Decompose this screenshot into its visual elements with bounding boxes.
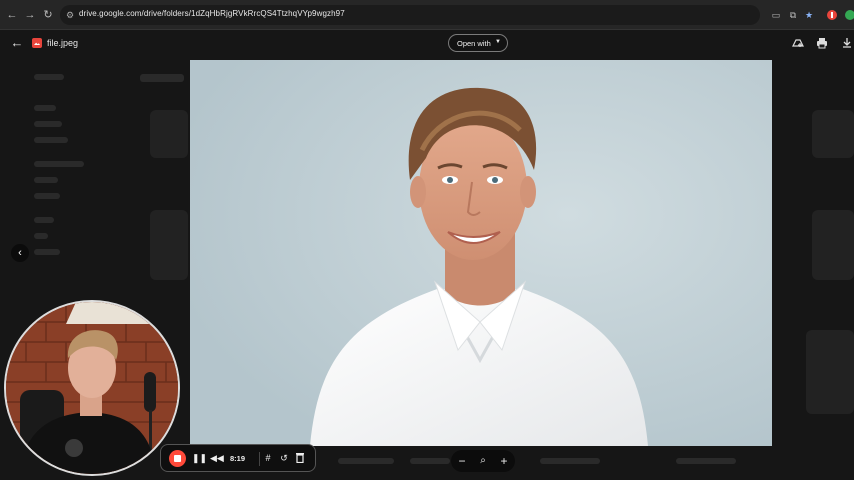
trash-icon[interactable]	[294, 452, 306, 465]
screen: ← → ↻ ⚙ drive.google.com/drive/folders/1…	[0, 0, 854, 480]
cast-icon[interactable]: ▭	[770, 9, 782, 21]
print-icon[interactable]	[815, 37, 829, 51]
caret-down-icon: ▼	[495, 39, 501, 45]
open-with-button[interactable]: Open with ▼	[448, 34, 508, 52]
extension-icon[interactable]	[826, 9, 838, 21]
url-text[interactable]: drive.google.com/drive/folders/1dZqHbRjg…	[79, 9, 345, 18]
ghost-nav-item	[34, 121, 62, 127]
bookmark-star-icon[interactable]: ★	[803, 9, 815, 21]
ghost-nav-item	[34, 161, 84, 167]
file-name: file.jpeg	[47, 38, 79, 48]
download-icon[interactable]	[840, 37, 854, 51]
ghost-nav-item	[34, 137, 68, 143]
address-bar[interactable]: ⚙ drive.google.com/drive/folders/1dZqHbR…	[60, 5, 760, 25]
zoom-in-icon[interactable]: +	[497, 454, 511, 468]
ghost-thumbnail	[150, 210, 188, 280]
webcam-bubble[interactable]	[4, 300, 180, 476]
ghost-thumbnail	[806, 330, 854, 414]
portrait-illustration	[190, 60, 772, 446]
close-viewer-arrow-icon[interactable]: ←	[10, 36, 24, 50]
grid-icon[interactable]: #	[262, 452, 274, 465]
open-with-label: Open with	[457, 39, 491, 48]
ghost-nav-item	[34, 249, 60, 255]
ghost-thumbnail	[812, 210, 854, 280]
ghost-thumbnail	[150, 110, 188, 158]
pause-icon[interactable]: ❚❚	[192, 452, 207, 465]
add-to-drive-icon[interactable]	[791, 37, 805, 51]
ghost-thumbnail	[812, 110, 854, 158]
recording-toolbar: ❚❚ ◀◀ 8:19 # ↺	[160, 444, 316, 472]
zoom-magnifier-icon[interactable]: ⌕	[476, 454, 490, 468]
ghost-file-label	[338, 458, 394, 464]
toolbar-divider	[259, 452, 260, 466]
preview-image	[190, 60, 772, 446]
ghost-nav-item	[34, 233, 48, 239]
stop-recording-button[interactable]	[169, 450, 186, 467]
forward-arrow-icon[interactable]: →	[23, 8, 37, 22]
restart-icon[interactable]: ↺	[278, 452, 290, 465]
ghost-nav-item	[34, 193, 60, 199]
ghost-heading	[140, 74, 184, 82]
image-file-icon	[32, 38, 42, 48]
ghost-file-label	[540, 458, 600, 464]
zoom-out-icon[interactable]: −	[455, 454, 469, 468]
browser-toolbar: ← → ↻ ⚙ drive.google.com/drive/folders/1…	[0, 0, 854, 30]
site-info-icon[interactable]: ⚙	[66, 9, 78, 21]
reload-icon[interactable]: ↻	[41, 8, 55, 22]
zoom-controls: − ⌕ +	[451, 450, 515, 472]
webcam-feed	[6, 302, 178, 474]
install-app-icon[interactable]: ⧉	[787, 9, 799, 21]
ghost-nav-item	[34, 217, 54, 223]
rewind-icon[interactable]: ◀◀	[210, 452, 224, 465]
ghost-file-label	[676, 458, 736, 464]
ghost-nav-item	[34, 105, 56, 111]
previous-file-icon[interactable]: ‹	[11, 244, 29, 262]
viewer-header: ← file.jpeg Open with ▼	[0, 30, 854, 56]
ghost-nav-item	[34, 177, 58, 183]
recording-timer: 8:19	[230, 454, 246, 463]
extension-icon-2[interactable]	[844, 9, 854, 21]
back-arrow-icon[interactable]: ←	[5, 8, 19, 22]
ghost-file-label	[410, 458, 450, 464]
ghost-new-button	[34, 74, 64, 80]
